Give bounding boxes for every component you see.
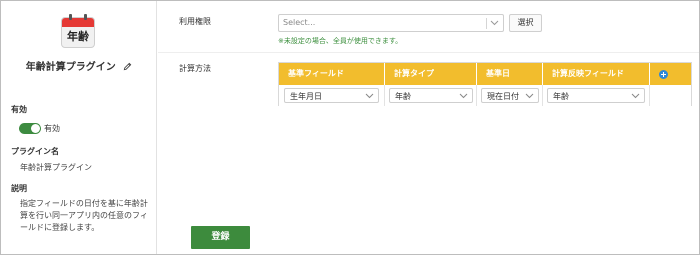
chevron-down-icon: [631, 92, 640, 101]
permission-select[interactable]: Select...: [278, 14, 504, 32]
table-cell-target-field: 年齢: [543, 85, 650, 106]
base-field-dropdown-value: 生年月日: [290, 92, 322, 101]
column-header-base-field: 基準フィールド: [279, 63, 385, 85]
permission-note: ※未設定の場合、全員が使用できます。: [278, 37, 403, 45]
column-header-target-field: 計算反映フィールド: [543, 63, 650, 85]
add-row-icon[interactable]: [659, 70, 668, 79]
column-header-actions: [650, 63, 691, 85]
table-cell-base-date: 現在日付: [477, 85, 543, 106]
calculation-label: 計算方法: [179, 64, 211, 73]
table-cell-actions: [650, 85, 691, 106]
chevron-down-icon: [525, 92, 534, 101]
calc-type-dropdown[interactable]: 年齢: [389, 88, 473, 103]
calendar-body: 年齢: [61, 17, 95, 48]
chevron-down-icon: [459, 92, 468, 101]
plugin-title: 年齢計算プラグイン: [1, 58, 157, 74]
description-value: 指定フィールドの日付を基に年齢計算を行い同一アプリ内の任意のフィールドに登録しま…: [20, 199, 148, 232]
enabled-toggle[interactable]: [19, 123, 41, 134]
enabled-label: 有効: [11, 105, 27, 114]
plugin-title-text: 年齢計算プラグイン: [25, 62, 116, 73]
sidebar: 年齢 年齢計算プラグイン 有効 有効 プラグイン名 年齢計算プラグイン 説明 指…: [1, 1, 157, 254]
calendar-icon-text: 年齢: [67, 30, 89, 43]
select-divider: [486, 18, 487, 29]
target-field-dropdown-value: 年齢: [553, 92, 569, 101]
chevron-down-icon: [365, 92, 374, 101]
calendar-icon: 年齢: [61, 14, 95, 48]
calculation-table: 基準フィールド 計算タイプ 基準日 計算反映フィールド 生年月日 年齢 現在日付: [278, 62, 692, 106]
plugin-name-value: 年齢計算プラグイン: [20, 163, 92, 172]
table-cell-base-field: 生年月日: [279, 85, 385, 106]
description-label: 説明: [11, 184, 27, 193]
calendar-ring-left: [69, 14, 72, 20]
pencil-icon[interactable]: [123, 62, 132, 74]
section-divider: [158, 52, 699, 53]
choose-button[interactable]: 選択: [509, 14, 542, 32]
plugin-name-label: プラグイン名: [11, 147, 59, 156]
calendar-rings: [61, 14, 95, 20]
table-cell-calc-type: 年齢: [385, 85, 477, 106]
target-field-dropdown[interactable]: 年齢: [547, 88, 645, 103]
chevron-down-icon: [490, 19, 499, 28]
permission-label: 利用権限: [179, 17, 211, 26]
column-header-base-date: 基準日: [477, 63, 543, 85]
base-date-dropdown-value: 現在日付: [487, 92, 519, 101]
calc-type-dropdown-value: 年齢: [395, 92, 411, 101]
column-header-calc-type: 計算タイプ: [385, 63, 477, 85]
base-date-dropdown[interactable]: 現在日付: [481, 88, 539, 103]
save-button[interactable]: 登録: [191, 226, 250, 249]
enabled-toggle-text: 有効: [44, 124, 60, 133]
base-field-dropdown[interactable]: 生年月日: [284, 88, 379, 103]
calendar-ring-right: [84, 14, 87, 20]
permission-select-placeholder: Select...: [283, 18, 316, 27]
main-panel: 利用権限 Select... 選択 ※未設定の場合、全員が使用できます。 計算方…: [158, 1, 699, 254]
